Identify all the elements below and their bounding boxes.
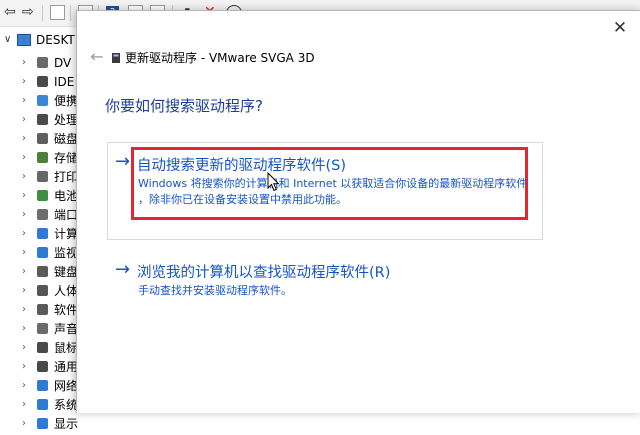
sound-icon — [37, 323, 48, 334]
auto-search-desc-line1: Windows 将搜索你的计算机和 Internet 以获取适合你设备的最新驱动… — [138, 177, 528, 190]
close-button[interactable]: ✕ — [608, 17, 632, 39]
mouse-cursor-icon — [267, 172, 280, 192]
tree-item-label: 显示 — [54, 417, 79, 431]
auto-search-title[interactable]: 自动搜索更新的驱动程序软件(S) — [137, 154, 346, 175]
human-interface-icon — [37, 285, 48, 296]
dialog-title: 更新驱动程序 - VMware SVGA 3D — [125, 51, 315, 65]
computer-icon — [37, 228, 48, 239]
processor-icon — [37, 114, 48, 125]
port-icon — [37, 209, 48, 220]
update-driver-dialog: ✕ ← 更新驱动程序 - VMware SVGA 3D 你要如何搜索驱动程序? … — [76, 10, 640, 413]
computer-icon — [17, 34, 31, 46]
portable-device-icon — [37, 95, 48, 106]
disk-drive-icon — [37, 133, 48, 144]
dvd-drive-icon — [37, 57, 48, 68]
browse-computer-desc: 手动查找并安装驱动程序软件。 — [138, 284, 292, 297]
chevron-right-icon[interactable]: › — [22, 413, 26, 435]
chevron-down-icon[interactable]: ∨ — [4, 30, 11, 50]
forward-arrow-icon[interactable]: ⇨ — [22, 4, 34, 20]
device-tree: ∨ DESKT › DV › IDE › 便携 › 处理 › 磁盘 › 存储 › 打印 › 电池 › 端口 › 计算 ›… — [0, 27, 78, 431]
back-arrow-icon: ← — [90, 47, 104, 66]
close-icon: ✕ — [612, 18, 628, 38]
software-device-icon — [37, 304, 48, 315]
properties-icon[interactable] — [50, 5, 65, 20]
system-device-icon — [37, 399, 48, 410]
keyboard-icon — [37, 266, 48, 277]
network-icon — [37, 380, 48, 391]
page-heading: 你要如何搜索驱动程序? — [105, 97, 263, 115]
display-adapter-icon — [37, 418, 48, 429]
back-arrow-icon[interactable]: ⇦ — [4, 4, 16, 20]
storage-controller-icon — [37, 152, 48, 163]
mouse-icon — [37, 342, 48, 353]
printer-icon — [37, 171, 48, 182]
battery-icon — [37, 190, 48, 201]
usb-icon — [37, 361, 48, 372]
auto-search-desc-line2: ，除非你已在设备安装设置中禁用此功能。 — [138, 193, 347, 206]
monitor-icon — [37, 247, 48, 258]
arrow-right-icon: → — [115, 151, 131, 172]
ide-controller-icon — [37, 76, 48, 87]
arrow-right-icon: → — [115, 259, 131, 280]
back-button[interactable]: ← — [87, 47, 107, 67]
browse-computer-title[interactable]: 浏览我的计算机以查找驱动程序软件(R) — [137, 261, 390, 282]
display-adapter-icon — [112, 53, 120, 63]
